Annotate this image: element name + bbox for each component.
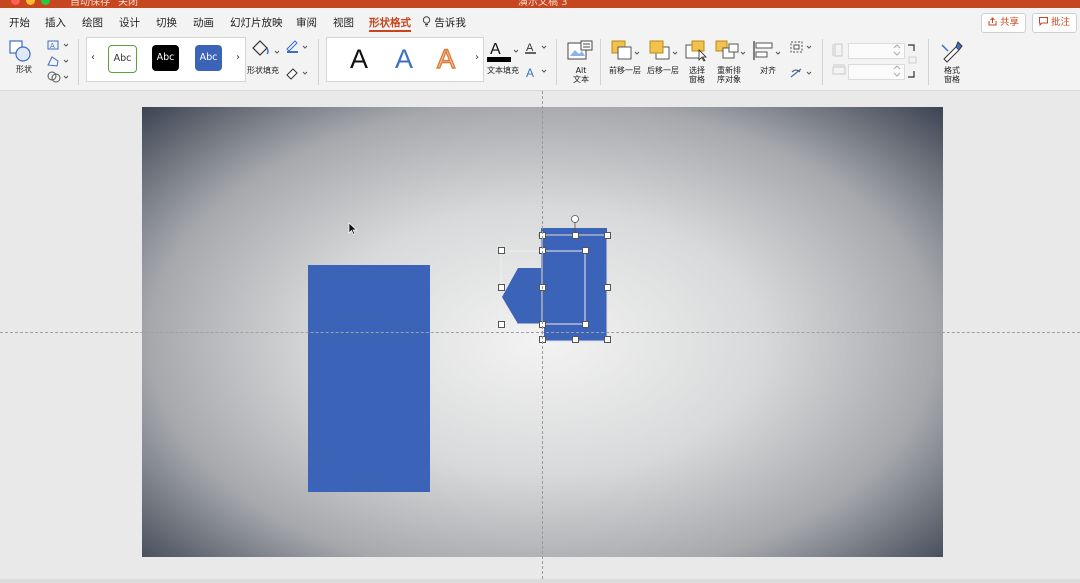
comments-label: 批注 (1051, 17, 1071, 28)
tab-insert[interactable]: 插入 (45, 15, 66, 30)
align-label: 对齐 (760, 66, 776, 75)
mouse-cursor-icon (348, 222, 358, 235)
window-title: 演示文稿 3 (518, 0, 568, 8)
svg-text:A: A (526, 42, 534, 54)
tab-home[interactable]: 开始 (9, 15, 30, 30)
comments-button[interactable]: 批注 (1032, 13, 1078, 33)
resize-handle[interactable] (582, 321, 589, 328)
outline-effects-icons[interactable] (285, 39, 311, 85)
shapes-icon[interactable] (9, 40, 31, 62)
active-tab-indicator (369, 30, 411, 32)
text-outline-effects-icons[interactable]: AA (524, 39, 550, 85)
ribbon-shape-format: 形状 A ‹ Abc Abc Abc › 形状填充 A A A › A 文本填充… (0, 35, 1080, 91)
reorder-objects-label: 重新排 序对象 (717, 66, 741, 84)
alt-text-icon[interactable] (567, 40, 593, 62)
wordart-style-3[interactable]: A (436, 43, 455, 75)
group-rotate-icons[interactable] (789, 39, 815, 85)
bring-forward-icon[interactable] (611, 40, 641, 62)
send-backward-icon[interactable] (649, 40, 679, 62)
tab-view[interactable]: 视图 (333, 15, 354, 30)
autosave-label: 自动保存 (70, 0, 110, 8)
send-backward-label: 后移一层 (647, 66, 679, 75)
svg-text:A: A (490, 41, 501, 58)
title-bar: 自动保存 关闭 演示文稿 3 (0, 0, 1080, 8)
tab-animations[interactable]: 动画 (193, 15, 214, 30)
format-pane-icon[interactable] (940, 39, 964, 63)
tell-me-label: 告诉我 (434, 17, 466, 29)
width-stepper-icon[interactable] (893, 65, 901, 77)
resize-handle[interactable] (572, 336, 579, 343)
autosave-toggle[interactable]: 关闭 (118, 0, 138, 8)
align-icon[interactable] (752, 40, 782, 62)
tab-slideshow[interactable]: 幻灯片放映 (230, 15, 283, 30)
resize-handle[interactable] (604, 284, 611, 291)
lock-aspect-icon[interactable] (906, 43, 918, 79)
close-window-button[interactable] (11, 0, 20, 5)
shape-style-3[interactable]: Abc (195, 45, 222, 71)
format-pane-label: 格式 窗格 (944, 66, 960, 84)
tab-review[interactable]: 审阅 (296, 15, 317, 30)
gallery-next-icon[interactable]: › (236, 52, 240, 63)
height-icon (832, 43, 843, 57)
share-label: 共享 (1000, 17, 1020, 28)
rectangle-shape[interactable] (308, 265, 430, 492)
wordart-style-2[interactable]: A (395, 44, 413, 75)
tab-shape-format[interactable]: 形状格式 (369, 15, 411, 30)
edit-shape-icons[interactable]: A (47, 39, 69, 85)
resize-handle[interactable] (572, 232, 579, 239)
share-button[interactable]: 共享 (981, 13, 1027, 33)
tab-design[interactable]: 设计 (119, 15, 140, 30)
width-icon (832, 64, 846, 75)
vertical-smart-guide (542, 91, 543, 579)
svg-text:A: A (50, 42, 55, 50)
text-fill-label: 文本填充 (487, 66, 519, 75)
status-bar (0, 579, 1080, 583)
comment-icon (1039, 17, 1048, 27)
wordart-style-1[interactable]: A (350, 44, 368, 75)
shape-style-2[interactable]: Abc (152, 45, 179, 71)
wordart-next-icon[interactable]: › (475, 52, 479, 63)
resize-handle[interactable] (604, 232, 611, 239)
minimize-window-button[interactable] (26, 0, 35, 5)
tab-transitions[interactable]: 切换 (156, 15, 177, 30)
text-fill-icon[interactable]: A (486, 38, 522, 64)
selected-shape-group[interactable] (494, 208, 614, 358)
shape-style-1[interactable]: Abc (108, 45, 137, 73)
share-icon (988, 17, 997, 26)
wordart-styles-gallery[interactable]: A A A › (326, 37, 484, 82)
gallery-prev-icon[interactable]: ‹ (91, 52, 95, 63)
selection-pane-label: 选择 窗格 (689, 66, 705, 84)
tell-me-search[interactable]: 告诉我 (422, 15, 466, 30)
resize-handle[interactable] (582, 247, 589, 254)
resize-handle[interactable] (498, 321, 505, 328)
resize-handle[interactable] (498, 284, 505, 291)
reorder-objects-icon[interactable] (715, 40, 747, 62)
zoom-window-button[interactable] (41, 0, 50, 5)
bring-forward-label: 前移一层 (609, 66, 641, 75)
ribbon-tab-bar: 开始 插入 绘图 设计 切换 动画 幻灯片放映 审阅 视图 形状格式 告诉我 共… (0, 8, 1080, 35)
shapes-label: 形状 (16, 65, 32, 74)
lightbulb-icon (422, 16, 431, 27)
height-stepper-icon[interactable] (893, 44, 901, 56)
alt-text-label: Alt 文本 (573, 66, 589, 84)
svg-text:A: A (526, 66, 534, 80)
slide-editing-area[interactable] (0, 91, 1080, 579)
tab-draw[interactable]: 绘图 (82, 15, 103, 30)
resize-handle[interactable] (604, 336, 611, 343)
selection-pane-icon[interactable] (685, 40, 709, 62)
shape-fill-label: 形状填充 (247, 66, 279, 75)
paint-bucket-icon[interactable] (249, 38, 283, 60)
horizontal-smart-guide (0, 332, 1080, 333)
shape-styles-gallery[interactable]: ‹ Abc Abc Abc › (86, 37, 246, 82)
resize-handle[interactable] (498, 247, 505, 254)
